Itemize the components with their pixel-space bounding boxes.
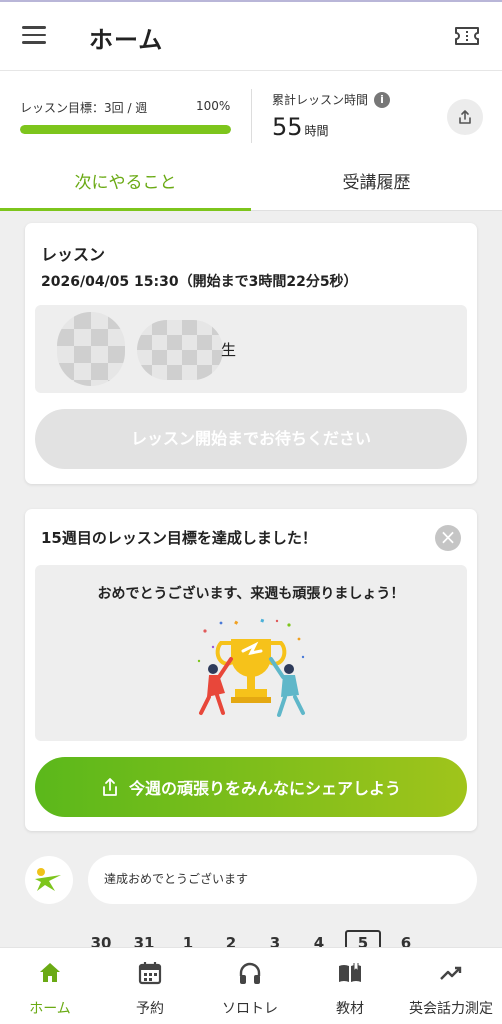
nav-materials[interactable]: 教材	[300, 948, 400, 1024]
info-icon[interactable]: i	[374, 91, 391, 108]
calendar-day[interactable]: 2	[216, 934, 246, 948]
share-this-week-button[interactable]: 今週の頑張りをみんなにシェアしよう	[35, 757, 467, 817]
page-title: ホーム	[89, 26, 164, 54]
tab-next-actions[interactable]: 次にやること	[0, 160, 251, 211]
nav-speaking-assessment[interactable]: 英会話力測定	[400, 948, 502, 1024]
calendar-strip: 30 31 1 2 3 4 5 6	[0, 930, 502, 948]
nav-solo-training[interactable]: ソロトレ	[200, 948, 300, 1024]
nav-speaking-assessment-label: 英会話力測定	[409, 1001, 493, 1017]
total-time-value-row: 55 時間	[272, 113, 329, 141]
nav-reservation[interactable]: 予約	[100, 948, 200, 1024]
hamburger-menu-icon[interactable]	[22, 26, 46, 46]
mascot-avatar	[25, 856, 73, 904]
total-time-label-row: 累計レッスン時間 i	[272, 91, 391, 108]
lesson-datetime: 2026/04/05 15:30（開始まで3時間22分5秒）	[41, 274, 358, 290]
teacher-name-redacted	[137, 320, 223, 380]
goal-progress-bar	[20, 125, 231, 134]
trophy-illustration	[197, 618, 305, 717]
headphones-icon	[239, 962, 261, 984]
share-this-week-label: 今週の頑張りをみんなにシェアしよう	[128, 779, 401, 798]
wait-for-lesson-button[interactable]: レッスン開始までお待ちください	[35, 409, 467, 469]
share-icon	[459, 110, 471, 124]
teacher-avatar	[57, 312, 125, 386]
calendar-day[interactable]: 31	[129, 934, 159, 948]
top-app-bar: ホーム	[0, 0, 502, 70]
trending-up-icon	[440, 966, 462, 980]
goal-progress-fill	[20, 125, 231, 134]
total-time-unit: 時間	[304, 124, 329, 138]
calendar-day[interactable]: 1	[173, 934, 203, 948]
calendar-day[interactable]: 4	[304, 934, 334, 948]
lesson-card: レッスン 2026/04/05 15:30（開始まで3時間22分5秒） 生 レッ…	[25, 223, 477, 484]
bottom-navigation: ホーム 予約 ソロトレ 教材 英会話力測定	[0, 947, 502, 1024]
congrats-message: おめでとうございます、来週も頑張りましょう！	[97, 586, 405, 602]
tab-bar: 次にやること 受講履歴	[0, 160, 502, 211]
nav-solo-training-label: ソロトレ	[222, 1001, 278, 1017]
nav-home-label: ホーム	[29, 1001, 71, 1017]
achievement-title: 15週目のレッスン目標を達成しました！	[41, 529, 317, 547]
ticket-icon[interactable]	[454, 24, 480, 48]
nav-materials-label: 教材	[336, 1001, 364, 1017]
nav-reservation-label: 予約	[136, 1001, 164, 1017]
teacher-info[interactable]: 生	[35, 305, 467, 393]
calendar-day-today[interactable]: 5	[348, 934, 378, 948]
achievement-card: 15週目のレッスン目標を達成しました！ × おめでとうございます、来週も頑張りま…	[25, 509, 477, 831]
chat-bubble: 達成おめでとうございます	[88, 855, 477, 904]
stats-panel: レッスン目標：3回 / 週 100% 累計レッスン時間 i 55 時間	[0, 70, 502, 160]
teacher-name-suffix: 生	[221, 341, 237, 359]
lesson-card-title: レッスン	[41, 245, 106, 264]
close-icon[interactable]: ×	[435, 525, 461, 551]
tab-lesson-history[interactable]: 受講履歴	[251, 160, 502, 211]
calendar-day[interactable]: 6	[391, 934, 421, 948]
calendar-icon	[138, 962, 162, 985]
divider	[251, 89, 252, 143]
goal-percent: 100%	[196, 99, 231, 113]
congrats-panel: おめでとうございます、来週も頑張りましょう！	[35, 565, 467, 741]
share-stats-button[interactable]	[447, 99, 483, 135]
share-icon	[103, 778, 117, 796]
nav-home[interactable]: ホーム	[0, 948, 100, 1024]
calendar-day[interactable]: 3	[260, 934, 290, 948]
book-icon	[339, 963, 361, 982]
calendar-day[interactable]: 30	[86, 934, 116, 948]
home-icon	[40, 963, 60, 982]
mascot-logo-icon	[35, 868, 61, 891]
goal-label: レッスン目標：3回 / 週	[20, 101, 148, 115]
total-time-label: 累計レッスン時間	[272, 93, 369, 107]
total-time-value: 55	[272, 113, 303, 141]
